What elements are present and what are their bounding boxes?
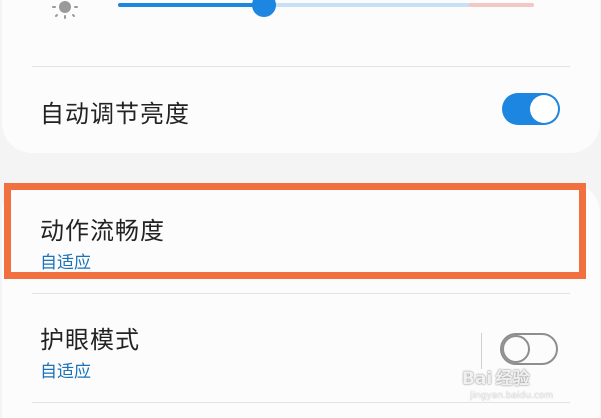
sun-icon [52, 1, 78, 19]
display-settings-screen: 自动调节亮度 动作流畅度 自适应 护眼模式 自适应 Bai 经验 jingyan… [0, 0, 601, 418]
brightness-slider-high-zone [469, 3, 534, 7]
divider [32, 66, 570, 67]
eye-comfort-label: 护眼模式 [40, 326, 140, 354]
auto-brightness-label: 自动调节亮度 [40, 100, 190, 128]
eye-comfort-value: 自适应 [40, 362, 91, 382]
divider [32, 402, 570, 403]
baidu-watermark: Bai 经验 [462, 369, 530, 389]
toggle-knob [502, 335, 530, 363]
brightness-slider[interactable] [118, 3, 534, 7]
toggle-knob [530, 95, 558, 123]
eye-comfort-toggle[interactable] [500, 333, 558, 365]
auto-brightness-toggle[interactable] [502, 93, 560, 125]
brightness-card [2, 0, 600, 153]
highlight-box [4, 183, 586, 279]
divider [32, 293, 570, 294]
brightness-slider-fill [118, 3, 264, 7]
baidu-watermark-url: jingyan.baidu.com [470, 391, 554, 401]
